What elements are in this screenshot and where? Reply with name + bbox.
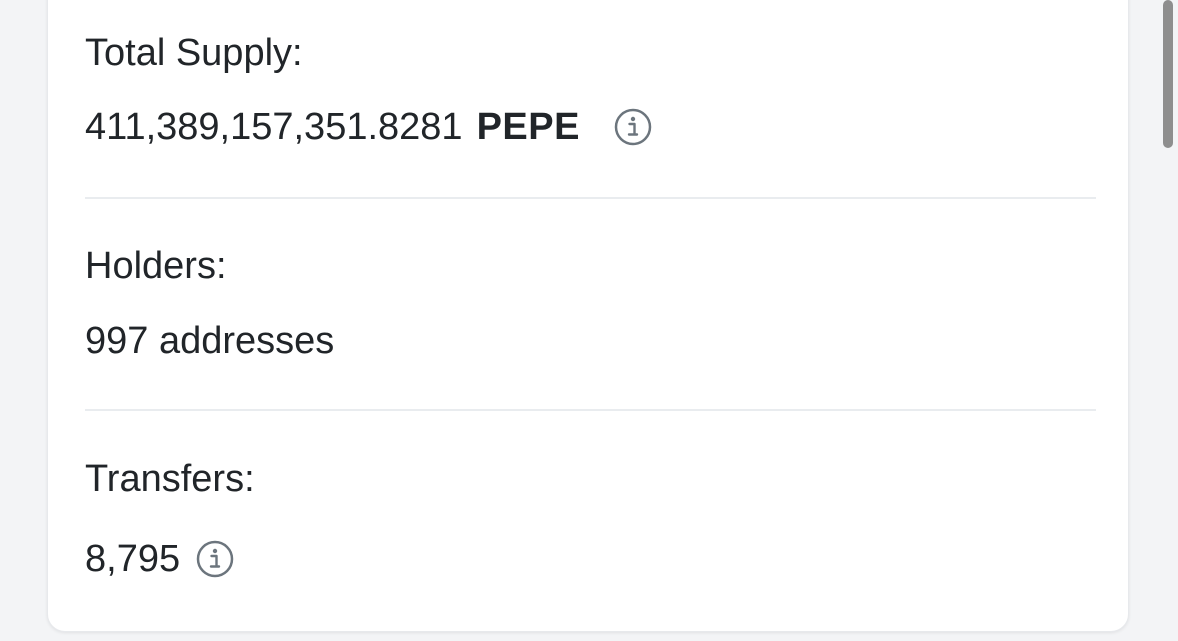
total-supply-label: Total Supply: [85, 32, 303, 74]
total-supply-value: 411,389,157,351.8281 PEPE [85, 105, 652, 149]
divider [85, 197, 1096, 199]
token-symbol: PEPE [476, 106, 580, 148]
transfers-count: 8,795 [85, 538, 181, 580]
info-icon[interactable] [614, 108, 652, 146]
transfers-value: 8,795 [85, 537, 234, 581]
holders-value: 997 addresses [85, 320, 335, 362]
transfers-label: Transfers: [85, 458, 255, 500]
info-icon[interactable] [196, 540, 234, 578]
divider [85, 409, 1096, 411]
scrollbar-thumb[interactable] [1163, 0, 1173, 148]
total-supply-amount: 411,389,157,351.8281 [85, 106, 463, 148]
holders-label: Holders: [85, 245, 227, 287]
scrollbar[interactable] [1160, 0, 1178, 641]
token-overview-card: Total Supply: 411,389,157,351.8281 PEPE … [47, 0, 1129, 632]
